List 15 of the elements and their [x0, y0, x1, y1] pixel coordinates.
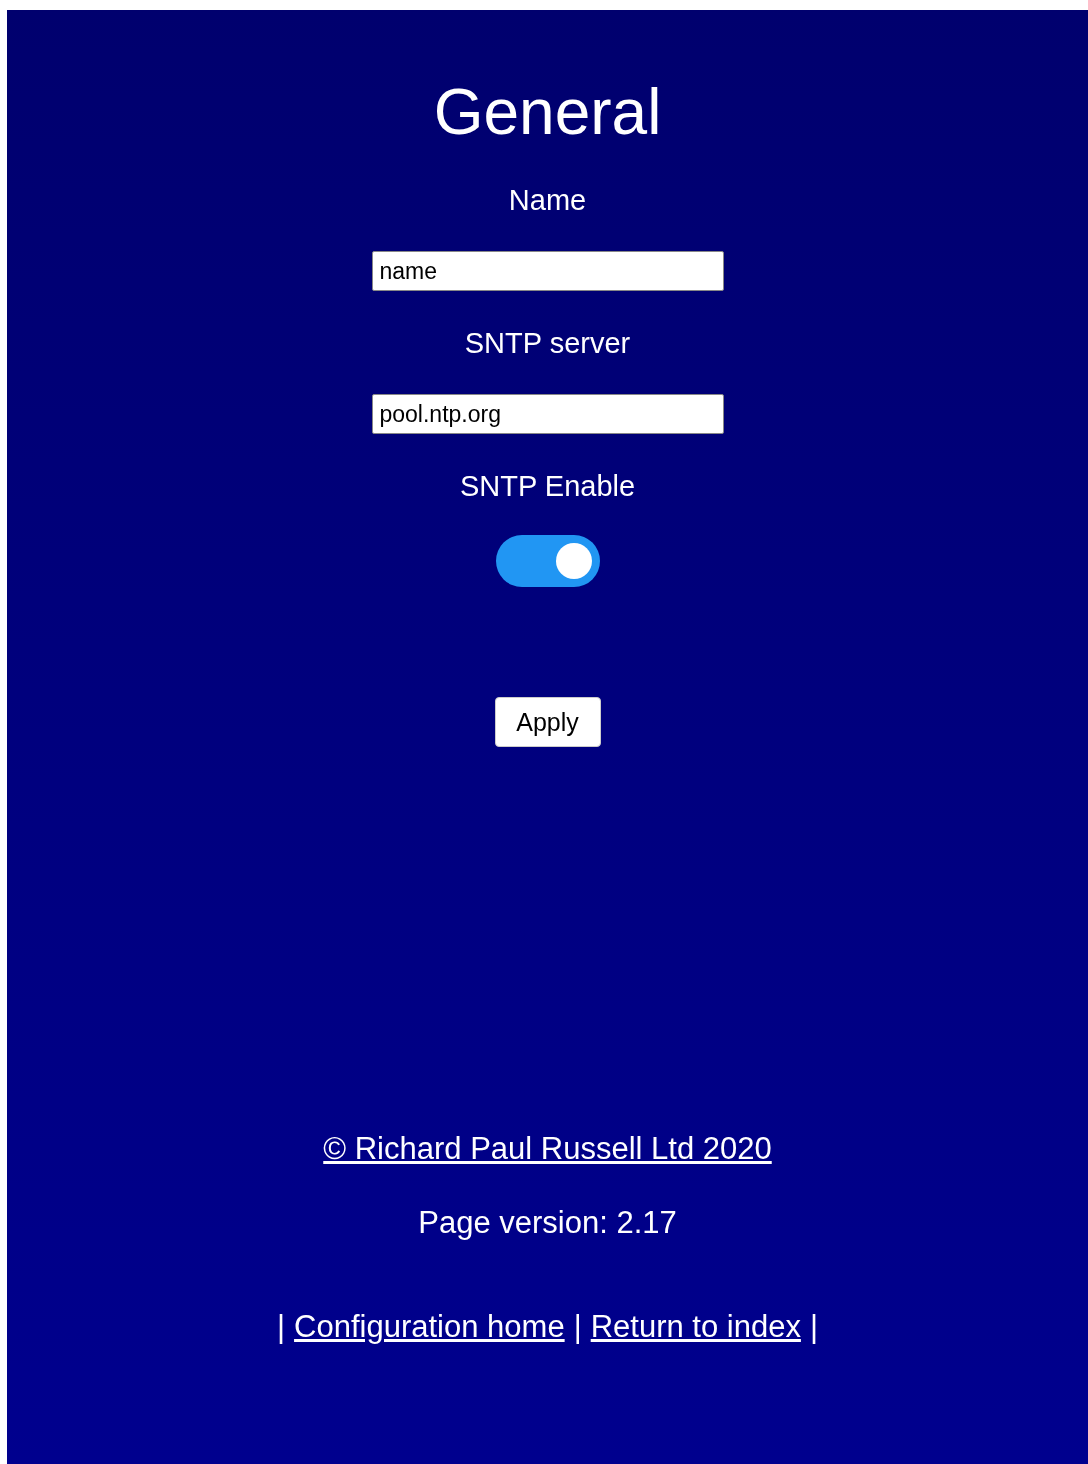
separator: |	[809, 1309, 818, 1345]
page-version: Page version: 2.17	[418, 1205, 677, 1241]
field-label: Name	[508, 186, 587, 215]
page-title: General	[433, 80, 662, 144]
separator: |	[573, 1309, 582, 1345]
separator: |	[277, 1309, 286, 1345]
input-field[interactable]: pool.ntp.org	[371, 394, 724, 434]
field-label: SNTP server	[464, 329, 631, 358]
apply-button[interactable]: Apply	[494, 697, 601, 747]
nav-link[interactable]: Configuration home	[294, 1309, 565, 1345]
toggle-switch[interactable]	[495, 535, 600, 587]
input-field[interactable]: name	[371, 251, 724, 291]
toggle-label: SNTP Enable	[459, 472, 636, 501]
nav-link[interactable]: Return to index	[590, 1309, 801, 1345]
copyright-link[interactable]: © Richard Paul Russell Ltd 2020	[323, 1131, 772, 1167]
